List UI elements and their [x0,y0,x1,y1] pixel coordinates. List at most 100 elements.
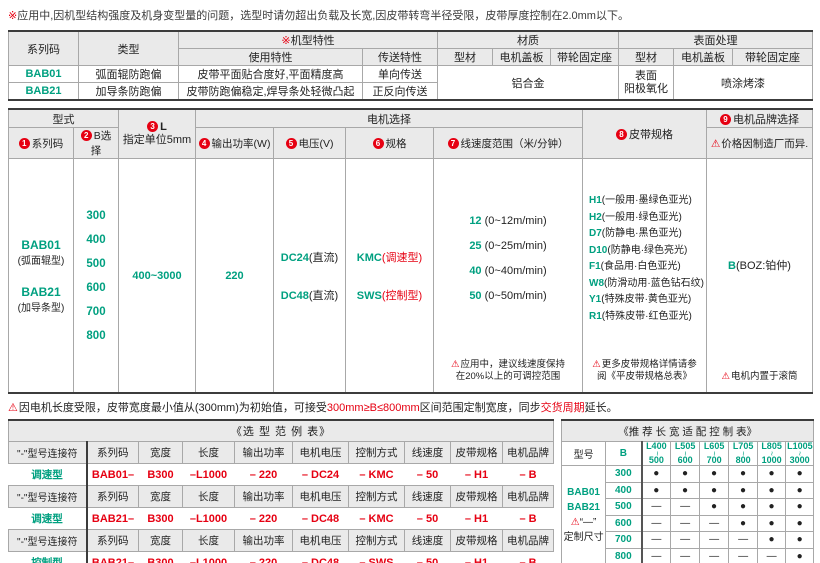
tilde-icon: ~ [769,442,774,466]
l-range-header: L805~1000 [758,442,786,466]
spec-option: KMC(调速型) [357,249,422,265]
bottom-tables: 《选 型 范 例 表》 "-"型号连接符 系列码 宽度 长度 输出功率 电机电压… [8,419,812,563]
number-badge-icon: 9 [720,114,731,125]
example-table: 《选 型 范 例 表》 "-"型号连接符 系列码 宽度 长度 输出功率 电机电压… [8,419,554,563]
fit-cell: ● [758,499,786,516]
header-cell: 电机电压 [293,442,349,464]
value-cell: – 220 [235,464,293,486]
col-transfer-header: 传送特性 [363,49,438,66]
col-voltage-header: 5电压(V) [274,128,346,159]
tilde-icon: ~ [712,442,717,466]
l-range-header: L605~700 [700,442,729,466]
warning-icon: ⚠ [8,402,18,414]
belt-option: Y1(特殊皮带·黄色亚光) [589,292,691,309]
col-belt-header: 8皮带规格 [583,109,707,159]
fit-cell: ● [671,466,700,483]
number-badge-icon: 8 [616,129,627,140]
header-cell: 控制方式 [349,530,405,552]
header-cell: 系列码 [87,530,139,552]
value-cell: – 220 [235,552,293,563]
number-badge-icon: 7 [448,138,459,149]
fit-cell: — [700,548,729,563]
fit-cell: — [671,548,700,563]
fit-cell: ● [786,499,814,516]
length-range-cell: 400~3000 [119,159,196,394]
fit-cell: — [729,532,758,549]
value-cell: – H1 [451,508,503,530]
fit-cell: — [642,548,671,563]
b-option: 500 [86,252,105,276]
value-cell: –L1000 [183,508,235,530]
fit-cell: — [758,548,786,563]
fit-cell: ● [642,466,671,483]
header-cell: 长度 [183,486,235,508]
row-label: 调速型 [9,464,87,486]
l-range-header: L1005~3000 [786,442,814,466]
header-cell: 电机品牌 [503,530,554,552]
value-cell: – 50 [405,552,451,563]
fit-cell: ● [729,515,758,532]
header-cell: 长度 [183,530,235,552]
value-cell: – 50 [405,464,451,486]
fit-cell: ● [758,466,786,483]
b-option: 600 [86,276,105,300]
fit-cell: — [671,499,700,516]
fit-cell: ● [758,515,786,532]
belt-option: H1(一般用·墨绿色亚光) [589,193,692,210]
col-profile2-header: 型材 [619,49,674,66]
series-use: 皮带防跑偏稳定,焊导条处轻微凸起 [179,83,363,101]
fit-cell: ● [729,466,758,483]
warning-icon: ⚠ [451,359,460,370]
brand-option: B(BOZ:铂仲) [728,257,791,273]
fit-cell: ● [642,482,671,499]
header-cell: 电机品牌 [503,486,554,508]
fit-cell: — [729,548,758,563]
b-value: 700 [606,532,642,549]
header-cell: 系列码 [87,486,139,508]
header-cell: 皮带规格 [451,530,503,552]
col-profile-header: 型材 [438,49,493,66]
speed-option: 25 (0~25m/min) [469,234,546,259]
group-surface-header: 表面处理 [619,31,813,49]
group-feature-header: ※机型特性 [179,31,438,49]
warning-icon: ⚠ [592,359,601,370]
l-range-header: L705~800 [729,442,758,466]
tilde-icon: ~ [654,442,659,466]
fit-cell: ● [786,482,814,499]
note-marker: ※ [8,10,17,22]
series-option: BAB01(弧面辊型) [18,238,65,267]
l-range-header: L400~500 [642,442,671,466]
warning-icon: ⚠ [721,371,730,382]
header-cell: 控制方式 [349,486,405,508]
fit-cell: ● [700,482,729,499]
brand-cell: B(BOZ:铂仲) ⚠电机内置于滚筒 [707,159,813,394]
header-cell: 线速度 [405,442,451,464]
fit-cell: — [671,515,700,532]
material-value: 铝合金 [438,66,619,101]
col-cover-header: 电机盖板 [493,49,551,66]
value-cell: – KMC [349,464,405,486]
value-cell: –L1000 [183,464,235,486]
header-cell: 皮带规格 [451,442,503,464]
value-cell: – DC24 [293,464,349,486]
value-cell: BAB01– [87,464,139,486]
fit-cell: ● [671,482,700,499]
value-cell: B300 [139,464,183,486]
col-series-header: 系列码 [9,31,79,66]
speed-note: ⚠应用中，建议线速度保持 在20%以上的可调控范围 [451,359,565,383]
speed-option: 50 (0~50m/min) [469,284,546,309]
fit-cell: ● [758,532,786,549]
header-cell: 系列码 [87,442,139,464]
surface-paint-value: 喷涂烤漆 [674,66,813,101]
col-cover2-header: 电机盖板 [674,49,733,66]
belt-option: D10(防静电·绿色亮光) [589,243,687,260]
number-badge-icon: 5 [286,138,297,149]
spec-table: 系列码 类型 ※机型特性 材质 表面处理 使用特性 传送特性 型材 电机盖板 带… [8,30,813,101]
fit-cell: ● [786,466,814,483]
value-cell: –L1000 [183,552,235,563]
tilde-icon: ~ [797,442,802,466]
b-value: 600 [606,515,642,532]
fit-cell: ● [786,515,814,532]
group-motor-header: 电机选择 [196,109,583,128]
value-cell: B300 [139,508,183,530]
